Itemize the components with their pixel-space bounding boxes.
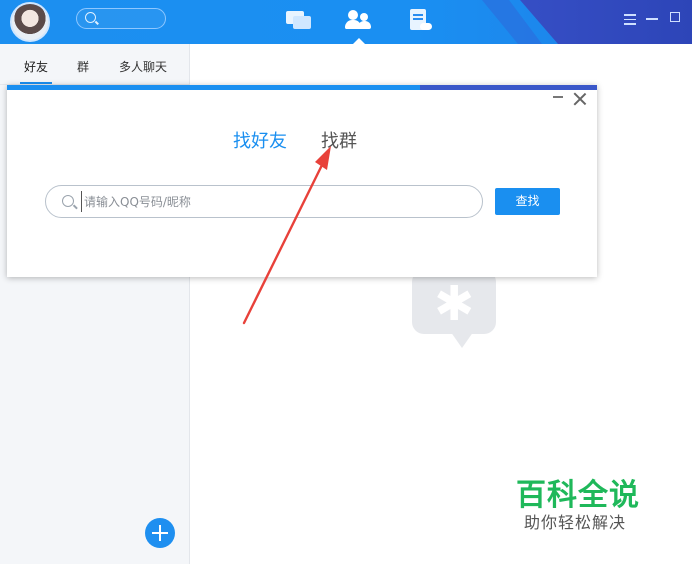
avatar[interactable] xyxy=(10,2,50,42)
maximize-icon[interactable] xyxy=(670,12,680,22)
empty-state-logo-icon: ✱ xyxy=(412,270,496,352)
search-icon xyxy=(85,12,96,23)
message-icon[interactable] xyxy=(284,8,312,34)
menu-icon[interactable] xyxy=(624,12,636,26)
minimize-icon[interactable] xyxy=(646,12,658,26)
add-button[interactable] xyxy=(145,518,175,548)
space-icon[interactable] xyxy=(407,8,435,34)
find-dialog: 找好友 找群 查找 xyxy=(7,85,597,277)
global-search-input[interactable] xyxy=(76,8,166,29)
find-button[interactable]: 查找 xyxy=(495,188,560,215)
close-icon[interactable] xyxy=(573,92,587,106)
tab-friends[interactable]: 好友 xyxy=(24,58,48,75)
search-field[interactable] xyxy=(45,185,483,218)
tab-multi-chat[interactable]: 多人聊天 xyxy=(119,58,167,75)
watermark-subtitle: 助你轻松解决 xyxy=(524,513,627,532)
dialog-header-strip xyxy=(7,85,597,90)
top-bar xyxy=(0,0,692,44)
contacts-icon[interactable] xyxy=(345,8,373,34)
tab-find-friend[interactable]: 找好友 xyxy=(233,127,287,153)
search-input[interactable] xyxy=(81,191,474,212)
tab-groups[interactable]: 群 xyxy=(77,58,89,75)
active-tab-indicator xyxy=(353,38,365,44)
watermark-title: 百科全说 xyxy=(516,478,640,513)
tab-find-group[interactable]: 找群 xyxy=(321,127,357,153)
search-icon xyxy=(62,195,74,207)
minimize-icon[interactable] xyxy=(553,96,563,98)
